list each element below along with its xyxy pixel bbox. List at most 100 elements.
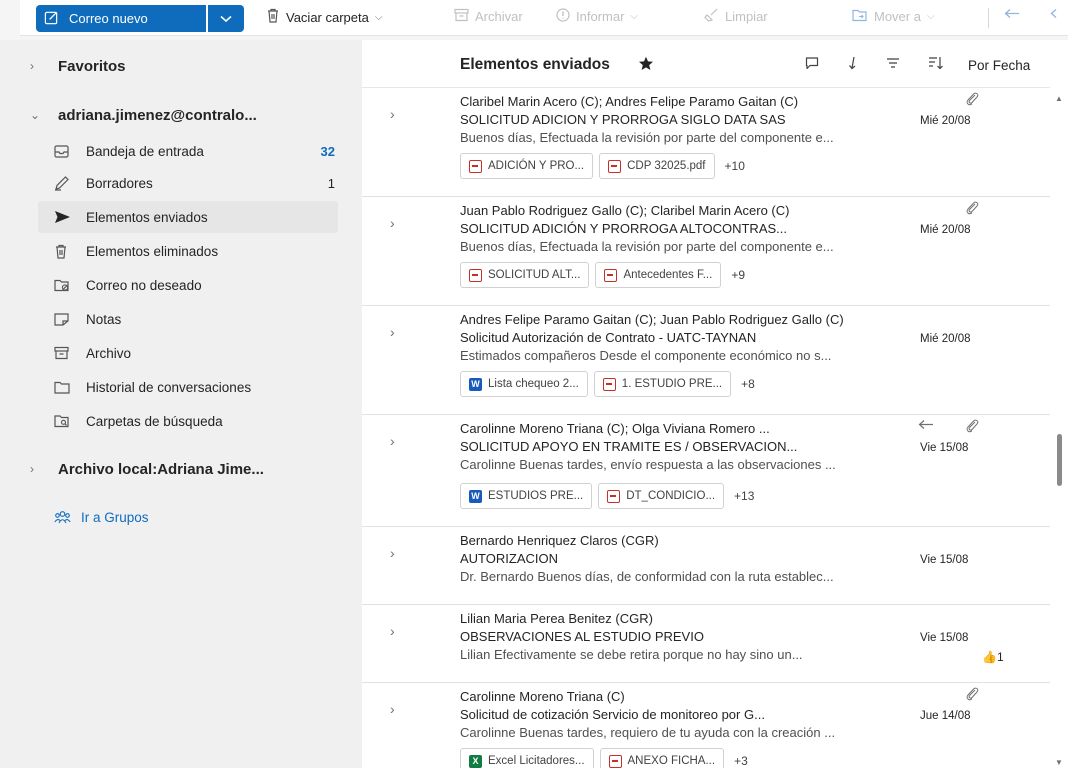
jump-to-icon[interactable] <box>848 56 858 73</box>
report-label: Informar <box>576 9 625 24</box>
sidebar-item-conversation-history[interactable]: Historial de conversaciones <box>0 371 345 403</box>
empty-folder-button[interactable]: Vaciar carpeta ⌵ <box>266 8 382 26</box>
attachment-chip[interactable]: SOLICITUD ALT... <box>460 262 590 288</box>
expand-conversation-icon[interactable]: › <box>390 545 395 561</box>
pdf-file-icon <box>602 377 616 391</box>
expand-conversation-icon[interactable]: › <box>390 623 395 639</box>
sweep-button[interactable]: Limpiar <box>704 8 768 25</box>
pencil-icon <box>54 175 72 191</box>
message-list-scrollbar[interactable]: ▲ ▼ <box>1050 40 1068 768</box>
message-preview: Dr. Bernardo Buenos días, de conformidad… <box>460 569 834 584</box>
favorites-section[interactable]: › Favoritos <box>0 54 345 78</box>
attachment-chip[interactable]: X Excel Licitadores... <box>460 748 594 768</box>
favorites-heading: Favoritos <box>58 57 126 75</box>
chevron-right-icon: › <box>30 462 34 476</box>
attachment-previews: W Lista chequeo 2... 1. ESTUDIO PRE... +8 <box>460 371 755 397</box>
message-sender: Carolinne Moreno Triana (C) <box>460 689 625 704</box>
attachment-name: CDP 32025.pdf <box>627 160 706 172</box>
new-mail-dropdown-button[interactable] <box>208 5 244 32</box>
scroll-down-arrow-icon[interactable]: ▼ <box>1055 758 1063 767</box>
chevron-down-icon: ⌵ <box>630 11 638 22</box>
archive-icon <box>454 8 469 25</box>
expand-conversation-icon[interactable]: › <box>390 701 395 717</box>
message-item[interactable]: › Juan Pablo Rodriguez Gallo (C); Clarib… <box>362 197 1050 306</box>
pdf-file-icon <box>469 159 482 173</box>
attachment-chip[interactable]: W ESTUDIOS PRE... <box>460 483 593 509</box>
attachment-chip[interactable]: Antecedentes F... <box>595 262 722 288</box>
message-item[interactable]: › Claribel Marin Acero (C); Andres Felip… <box>362 88 1050 197</box>
expand-conversation-icon[interactable]: › <box>390 433 395 449</box>
attachment-chip[interactable]: CDP 32025.pdf <box>599 153 715 179</box>
message-preview: Lilian Efectivamente se debe retira porq… <box>460 647 803 662</box>
message-date: Mié 20/08 <box>920 224 971 236</box>
local-archive-name: Archivo local:Adriana Jime... <box>58 460 264 478</box>
sort-icon[interactable] <box>928 56 944 73</box>
expand-conversation-icon[interactable]: › <box>390 215 395 231</box>
paperclip-icon <box>965 687 979 704</box>
move-to-label: Mover a <box>874 9 921 24</box>
star-icon[interactable] <box>638 56 654 76</box>
sidebar-item-notes[interactable]: Notas <box>0 303 345 335</box>
junk-folder-icon <box>54 278 72 292</box>
folder-icon <box>54 381 72 394</box>
archive-button[interactable]: Archivar <box>454 8 523 25</box>
more-attachments-count[interactable]: +9 <box>731 268 745 282</box>
reply-all-icon <box>1050 8 1064 23</box>
message-item[interactable]: › Bernardo Henriquez Claros (CGR) AUTORI… <box>362 527 1050 605</box>
more-attachments-count[interactable]: +10 <box>725 159 745 173</box>
report-button[interactable]: Informar ⌵ <box>556 8 638 25</box>
more-attachments-count[interactable]: +3 <box>734 754 748 768</box>
thumbs-up-icon: 👍 <box>982 650 997 664</box>
paperclip-icon <box>965 92 979 109</box>
message-item[interactable]: › Carolinne Moreno Triana (C) Solicitud … <box>362 683 1050 768</box>
pdf-file-icon <box>469 268 482 282</box>
move-to-button[interactable]: Mover a ⌵ <box>852 8 935 25</box>
sidebar-item-archive[interactable]: Archivo <box>0 337 345 369</box>
sidebar-item-inbox[interactable]: Bandeja de entrada 32 <box>0 135 345 167</box>
reply-button[interactable] <box>1004 8 1022 23</box>
reaction-badge[interactable]: 👍1 <box>982 650 1004 664</box>
groups-icon <box>54 510 71 524</box>
message-preview: Buenos días, Efectuada la revisión por p… <box>460 130 834 145</box>
sidebar-item-junk[interactable]: Correo no deseado <box>0 269 345 301</box>
more-attachments-count[interactable]: +8 <box>741 377 755 391</box>
chat-bubble-icon[interactable] <box>805 56 819 73</box>
message-sender: Carolinne Moreno Triana (C); Olga Vivian… <box>460 421 770 436</box>
empty-folder-label: Vaciar carpeta <box>286 9 369 25</box>
attachment-chip[interactable]: 1. ESTUDIO PRE... <box>593 371 732 397</box>
sidebar-item-drafts[interactable]: Borradores 1 <box>0 167 345 199</box>
new-mail-button[interactable]: Correo nuevo <box>36 5 206 32</box>
attachment-chip[interactable]: DT_CONDICIO... <box>598 483 725 509</box>
message-item[interactable]: › Lilian Maria Perea Benitez (CGR) OBSER… <box>362 605 1050 683</box>
go-to-groups-link[interactable]: Ir a Grupos <box>0 506 345 528</box>
sidebar-item-search-folders[interactable]: Carpetas de búsqueda <box>0 405 345 437</box>
message-date: Vie 15/08 <box>920 632 969 644</box>
message-sender: Andres Felipe Paramo Gaitan (C); Juan Pa… <box>460 312 844 327</box>
scrollbar-thumb[interactable] <box>1057 434 1062 486</box>
local-archive-section[interactable]: › Archivo local:Adriana Jime... <box>0 456 345 482</box>
attachment-previews: X Excel Licitadores... ANEXO FICHA... +3 <box>460 748 748 768</box>
account-name: adriana.jimenez@contralo... <box>58 106 257 124</box>
account-section[interactable]: ⌄ adriana.jimenez@contralo... <box>0 102 345 128</box>
scroll-up-arrow-icon[interactable]: ▲ <box>1055 94 1063 103</box>
reply-all-button[interactable] <box>1050 8 1064 23</box>
attachment-name: ANEXO FICHA... <box>627 755 716 767</box>
sidebar-item-sent[interactable]: Elementos enviados <box>38 201 338 233</box>
expand-conversation-icon[interactable]: › <box>390 324 395 340</box>
sort-by-label[interactable]: Por Fecha <box>968 58 1030 73</box>
message-item[interactable]: › Carolinne Moreno Triana (C); Olga Vivi… <box>362 415 1050 527</box>
sidebar-item-deleted[interactable]: Elementos eliminados <box>0 235 345 267</box>
archive-label: Archivar <box>475 9 523 24</box>
attachment-chip[interactable]: ADICIÓN Y PRO... <box>460 153 594 179</box>
chevron-down-icon <box>220 11 232 26</box>
expand-conversation-icon[interactable]: › <box>390 106 395 122</box>
attachment-chip[interactable]: ANEXO FICHA... <box>599 748 725 768</box>
attachment-previews: W ESTUDIOS PRE... DT_CONDICIO... +13 <box>460 483 754 509</box>
message-subject: Solicitud de cotización Servicio de moni… <box>460 707 765 722</box>
more-attachments-count[interactable]: +13 <box>734 489 754 503</box>
attachment-chip[interactable]: W Lista chequeo 2... <box>460 371 588 397</box>
message-item[interactable]: › Andres Felipe Paramo Gaitan (C); Juan … <box>362 306 1050 415</box>
filter-icon[interactable] <box>886 56 900 72</box>
folder-label: Elementos enviados <box>86 209 208 225</box>
pdf-file-icon <box>604 268 618 282</box>
